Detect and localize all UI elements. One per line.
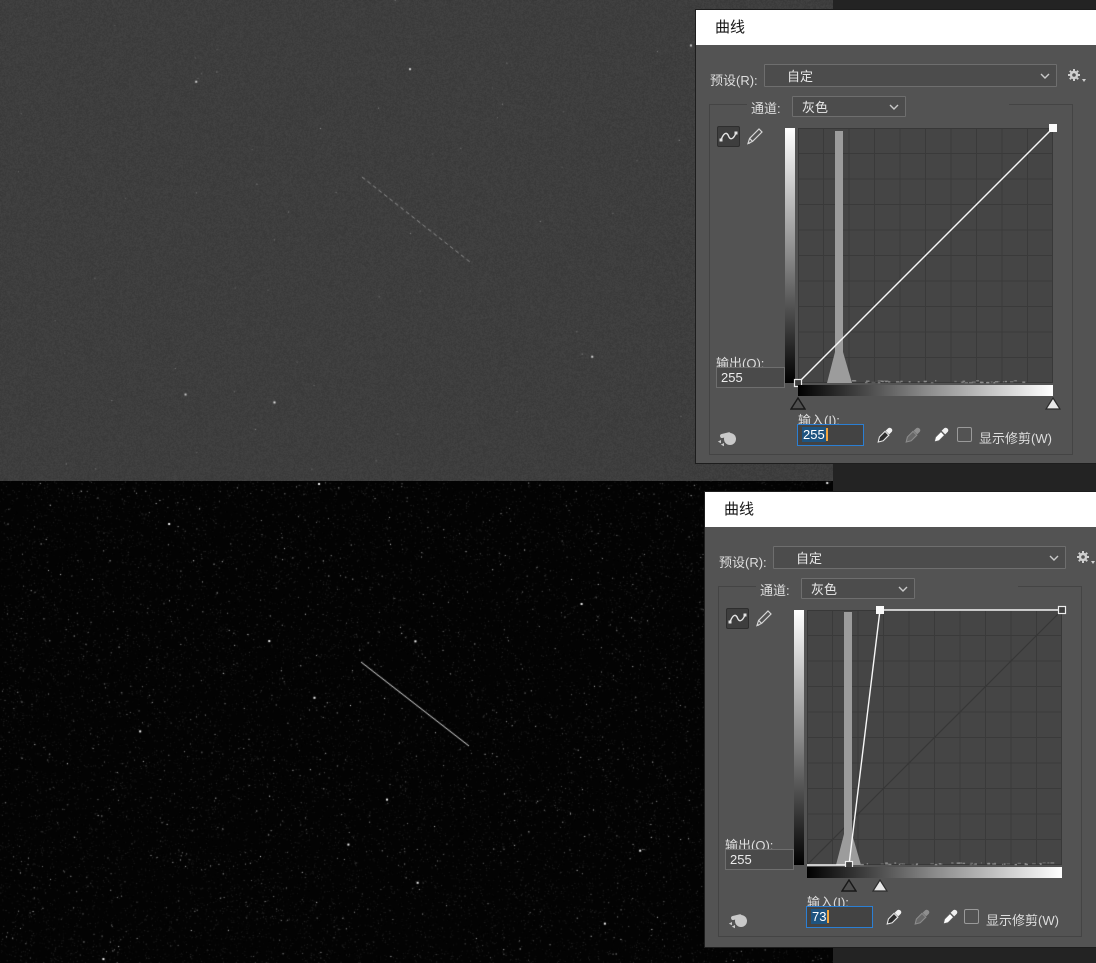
black-slider-icon [841,879,857,892]
text-caret [827,910,829,923]
output-gradient-bar [794,610,804,865]
channel-dropdown[interactable]: 灰色 [801,578,915,599]
white-input-slider[interactable] [1045,397,1061,410]
eyedropper-icon [904,426,923,446]
targeted-adjustment-button[interactable] [716,428,740,448]
black-point-eyedropper-button[interactable] [876,426,895,446]
preset-value: 自定 [774,547,822,568]
preset-value: 自定 [765,65,813,86]
preset-dropdown[interactable]: 自定 [764,64,1057,87]
output-value-box[interactable]: 255 [725,849,794,870]
targeted-adjustment-button[interactable] [727,910,751,930]
input-value-box[interactable]: 255 [797,424,864,446]
eyedropper-icon [941,908,960,928]
white-point-eyedropper-button[interactable] [932,426,951,446]
eyedropper-icon [932,426,951,446]
curve-icon [718,127,739,146]
draw-curve-tool-button[interactable] [754,608,774,629]
text-caret [826,428,828,441]
curves-dialog-top: 曲线 预设(R): 自定 通道: 灰色 [696,10,1096,463]
channel-dropdown[interactable]: 灰色 [792,96,906,117]
preset-options-button[interactable] [1075,549,1096,567]
chevron-down-icon [1049,554,1059,562]
show-clipping-label: 显示修剪(W) [979,428,1052,447]
channel-value: 灰色 [793,97,828,116]
input-value: 255 [802,427,826,442]
input-value-box[interactable]: 73 [806,906,873,928]
dialog-title-bar[interactable]: 曲线 [705,492,1096,527]
white-slider-icon [872,879,888,892]
black-slider-icon [790,397,806,410]
curve-grid[interactable] [798,128,1053,383]
channel-label: 通道: [760,580,790,599]
channel-value: 灰色 [802,579,837,598]
white-input-slider[interactable] [872,879,888,892]
output-gradient-bar [785,128,795,383]
dialog-title: 曲线 [715,19,745,36]
edit-points-tool-button[interactable] [726,608,749,629]
chevron-down-icon [889,103,899,111]
chevron-down-icon [1040,72,1050,80]
pencil-icon [745,126,765,147]
chevron-down-icon [898,585,908,593]
channel-row: 通道: 灰色 [747,94,1009,119]
photoshop-workspace: 曲线 预设(R): 自定 通道: 灰色 [0,0,1096,963]
gear-icon [1075,549,1096,567]
gear-icon [1066,67,1088,85]
channel-label: 通道: [751,98,781,117]
black-input-slider[interactable] [841,879,857,892]
eyedropper-icon [913,908,932,928]
input-gradient-bar [807,867,1062,878]
preset-options-button[interactable] [1066,67,1088,85]
input-value: 73 [811,909,827,924]
white-point-eyedropper-button[interactable] [941,908,960,928]
output-value-box[interactable]: 255 [716,367,785,388]
dialog-title: 曲线 [724,501,754,518]
black-point-eyedropper-button[interactable] [885,908,904,928]
gray-point-eyedropper-button[interactable] [904,426,923,446]
draw-curve-tool-button[interactable] [745,126,765,147]
white-slider-icon [1045,397,1061,410]
show-clipping-label: 显示修剪(W) [986,910,1059,929]
edit-points-tool-button[interactable] [717,126,740,147]
channel-row: 通道: 灰色 [756,576,1018,601]
output-value: 255 [730,852,752,867]
eyedropper-icon [876,426,895,446]
eyedropper-icon [885,908,904,928]
curve-icon [727,609,748,628]
preset-dropdown[interactable]: 自定 [773,546,1066,569]
pencil-icon [754,608,774,629]
output-value: 255 [721,370,743,385]
hand-pointer-icon [716,428,740,448]
preset-label: 预设(R): [710,70,758,89]
input-gradient-bar [798,385,1053,396]
curves-dialog-bottom: 曲线 预设(R): 自定 通道: 灰色 [705,492,1096,947]
dialog-title-bar[interactable]: 曲线 [696,10,1096,45]
black-input-slider[interactable] [790,397,806,410]
gray-point-eyedropper-button[interactable] [913,908,932,928]
preset-label: 预设(R): [719,552,767,571]
show-clipping-checkbox[interactable] [964,909,979,924]
curve-grid[interactable] [807,610,1062,865]
hand-pointer-icon [727,910,751,930]
show-clipping-checkbox[interactable] [957,427,972,442]
